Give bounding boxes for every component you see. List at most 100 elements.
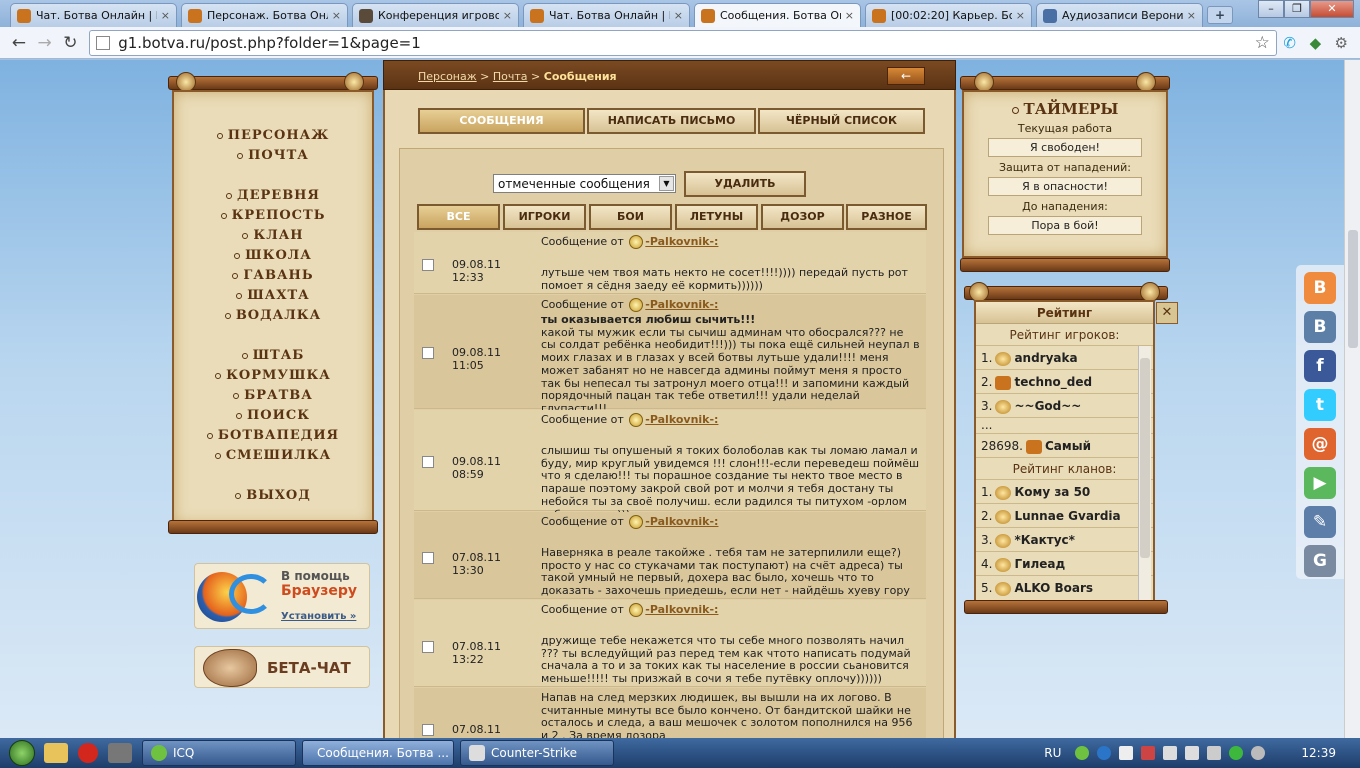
menu-item-feeder[interactable]: Кормушка [174,366,372,386]
message-checkbox[interactable] [422,456,434,468]
flag-tray-icon[interactable] [1119,746,1134,760]
steam-tray-icon[interactable] [1251,746,1266,760]
rating-scroll-thumb[interactable] [1140,358,1150,558]
message-checkbox[interactable] [422,724,434,736]
breadcrumb-character[interactable]: Персонаж [418,70,477,83]
taskbar-counter-strike[interactable]: Counter-Strike [460,740,614,766]
language-indicator[interactable]: RU [1044,746,1061,760]
volume-tray-icon[interactable] [1185,746,1200,760]
close-tab-icon[interactable]: × [845,9,854,22]
speaker-tray-icon[interactable] [1207,746,1222,760]
filter-patrol[interactable]: ДОЗОР [761,204,844,230]
rating-player-row[interactable]: 2. techno_ded [976,370,1153,394]
sender-link[interactable]: -Palkovnik-: [645,298,718,311]
timer-attack-value[interactable]: Пора в бой! [988,216,1142,235]
tray-status-icon[interactable] [1229,746,1244,760]
wrench-menu-icon[interactable]: ⚙ [1328,34,1354,52]
menu-item-mail[interactable]: Почта [174,146,372,166]
menu-item-fortress[interactable]: Крепость [174,206,372,226]
close-tab-icon[interactable]: × [161,9,170,22]
browser-tab-3[interactable]: Конференция игровог × [352,3,519,27]
beta-chat-promo[interactable]: БЕТА-ЧАТ [194,646,370,688]
maximize-button[interactable]: ❐ [1284,0,1310,18]
tab-messages[interactable]: СООБЩЕНИЯ [418,108,585,134]
rating-player-row[interactable]: 3. ~~God~~ [976,394,1153,418]
hardware-tray-icon[interactable] [1141,746,1156,760]
menu-item-school[interactable]: Школа [174,246,372,266]
menu-item-mine[interactable]: Шахта [174,286,372,306]
sender-link[interactable]: -Palkovnik-: [645,413,718,426]
filter-flyers[interactable]: ЛЕТУНЫ [675,204,758,230]
agent-tray-icon[interactable] [1097,746,1112,760]
google-icon[interactable]: G [1304,545,1336,577]
tab-blacklist[interactable]: ЧЁРНЫЙ СПИСОК [758,108,925,134]
menu-item-harbor[interactable]: Гавань [174,266,372,286]
rating-clan-row[interactable]: 1. Кому за 50 [976,480,1153,504]
menu-item-village[interactable]: Деревня [174,186,372,206]
close-tab-icon[interactable]: × [674,9,683,22]
extension-icon[interactable]: ◆ [1303,34,1329,52]
vkontakte-icon[interactable]: В [1304,311,1336,343]
browser-tab-2[interactable]: Персонаж. Ботва Онлай× [181,3,348,27]
rating-player-row[interactable]: 1. andryaka [976,346,1153,370]
clock[interactable]: 12:39 [1301,746,1336,760]
rating-clan-row[interactable]: 4. Гилеад [976,552,1153,576]
menu-item-clan[interactable]: Клан [174,226,372,246]
minimize-button[interactable]: – [1258,0,1284,18]
filter-battles[interactable]: БОИ [589,204,672,230]
menu-item-search[interactable]: Поиск [174,406,372,426]
menu-item-botvapedia[interactable]: Ботвапедия [174,426,372,446]
rating-clan-row[interactable]: 3. *Кактус* [976,528,1153,552]
twitter-icon[interactable]: t [1304,389,1336,421]
browser-tab-6[interactable]: [00:02:20] Карьер. Ботв× [865,3,1032,27]
close-window-button[interactable]: ✕ [1310,0,1354,18]
menu-item-smeshilka[interactable]: Смешилка [174,446,372,466]
menu-item-hq[interactable]: Штаб [174,346,372,366]
message-checkbox[interactable] [422,641,434,653]
menu-item-gang[interactable]: Братва [174,386,372,406]
icq-tray-icon[interactable] [1075,746,1090,760]
timer-work-value[interactable]: Я свободен! [988,138,1142,157]
message-checkbox[interactable] [422,552,434,564]
menu-item-character[interactable]: Персонаж [174,126,372,146]
bulk-action-select[interactable]: отмеченные сообщения ▼ [493,174,676,193]
browser-tab-7[interactable]: Аудиозаписи Вероник × [1036,3,1203,27]
explorer-icon[interactable] [44,743,68,763]
sender-link[interactable]: -Palkovnik-: [645,235,718,248]
back-icon[interactable]: ← [6,33,32,53]
delete-button[interactable]: УДАЛИТЬ [684,171,806,197]
menu-item-exit[interactable]: Выход [174,486,372,506]
close-tab-icon[interactable]: × [503,9,512,22]
taskbar-icq[interactable]: ICQ [142,740,296,766]
facebook-icon[interactable]: f [1304,350,1336,382]
filter-misc[interactable]: РАЗНОЕ [846,204,927,230]
close-tab-icon[interactable]: × [1187,9,1196,22]
browser-tab-5[interactable]: Сообщения. Ботва Он × [694,3,861,27]
install-link[interactable]: Установить » [281,611,356,622]
skype-extension-icon[interactable]: ✆ [1277,34,1303,52]
breadcrumb-mail[interactable]: Почта [493,70,528,83]
rating-clan-row[interactable]: 5. ALKO Boars [976,576,1153,600]
page-scrollbar[interactable] [1344,60,1360,738]
rating-clan-row[interactable]: 2. Lunnae Gvardia [976,504,1153,528]
close-tab-icon[interactable]: × [332,9,341,22]
network-tray-icon[interactable] [1163,746,1178,760]
play-icon[interactable]: ▶ [1304,467,1336,499]
rating-scrollbar[interactable] [1138,346,1151,600]
forward-icon[interactable]: → [32,33,58,53]
mail-ru-icon[interactable]: @ [1304,428,1336,460]
filter-all[interactable]: ВСЕ [417,204,500,230]
page-scroll-thumb[interactable] [1348,230,1358,348]
address-bar[interactable]: g1.botva.ru/post.php?folder=1&page=1 ☆ [89,29,1277,56]
game-shortcut-icon[interactable] [108,743,132,763]
browser-tab-1[interactable]: Чат. Ботва Онлайн | Бы× [10,3,177,27]
browser-promo[interactable]: В помощь Браузеру Установить » [194,563,370,629]
start-button[interactable] [0,738,44,768]
reload-icon[interactable]: ↻ [57,33,83,53]
filter-players[interactable]: ИГРОКИ [503,204,586,230]
timer-protection-value[interactable]: Я в опасности! [988,177,1142,196]
blogger-icon[interactable]: B [1304,272,1336,304]
tab-write-letter[interactable]: НАПИСАТЬ ПИСЬМО [587,108,756,134]
sender-link[interactable]: -Palkovnik-: [645,515,718,528]
browser-tab-4[interactable]: Чат. Ботва Онлайн | Бы× [523,3,690,27]
